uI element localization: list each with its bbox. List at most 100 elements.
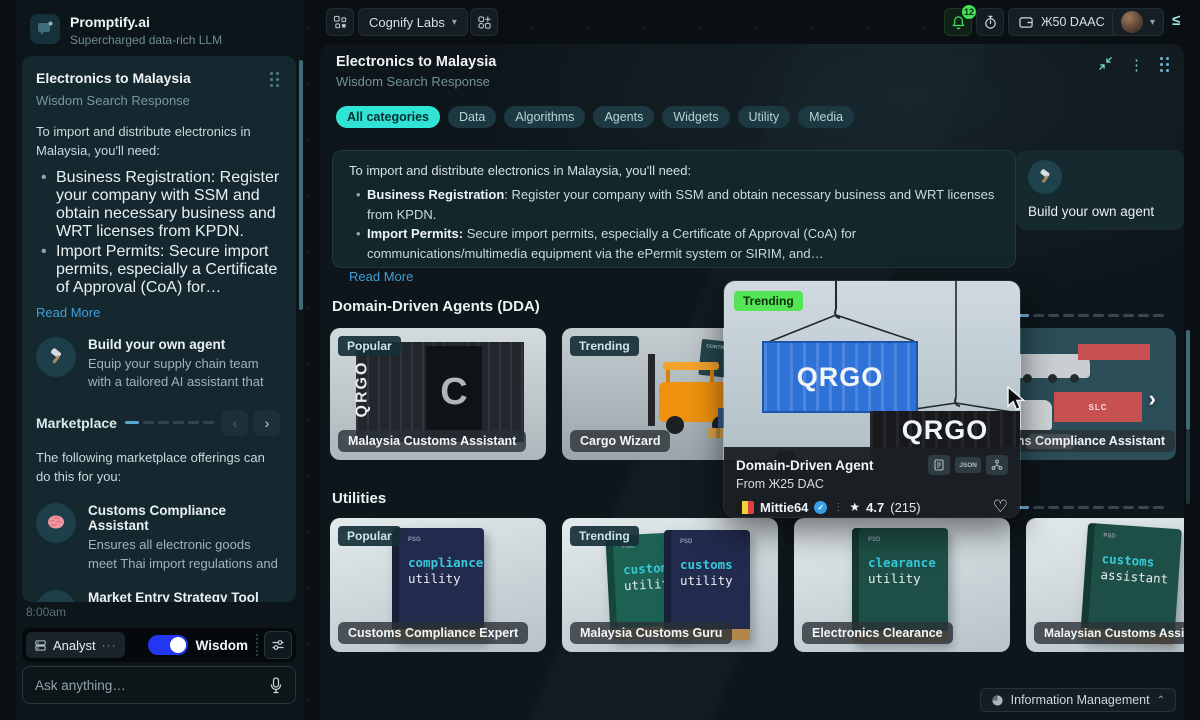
chat-bullet: Business Registration: Register your com… [52,169,280,241]
chat-bullet-list: Business Registration: Register your com… [36,169,280,297]
sidebar-scrollbar[interactable] [299,60,303,310]
blue-container-art: QRGO [762,341,918,413]
sitemap-button[interactable] [326,8,354,36]
carousel-next-button[interactable]: › [254,410,280,436]
container-art: QRGO C [356,342,524,442]
app-name: Promptify.ai [70,14,222,30]
category-chip-widgets[interactable]: Widgets [662,106,729,128]
wallet-balance-chip[interactable]: Ж50 DAAC ▾ [1008,8,1128,36]
utility-card-malaysian-customs-assistant[interactable]: PSD customs assistant Malaysian Customs … [1026,518,1184,652]
category-filter-bar: All categories Data Algorithms Agents Wi… [336,106,854,128]
collapse-icon[interactable] [1098,56,1113,74]
chat-title: Electronics to Malaysia [36,70,191,86]
workspace-selector[interactable]: Cognify Labs ▾ [358,8,468,36]
build-your-own-agent-card[interactable]: Build your own agent [1016,150,1184,230]
app-logo: Promptify.ai Supercharged data-rich LLM [30,14,222,47]
kebab-menu-icon[interactable]: ⋮ [1129,58,1144,73]
marketplace-intro: The following marketplace offerings can … [36,449,280,487]
wallet-icon [1019,16,1034,29]
ask-anything-input[interactable] [35,678,269,693]
category-chip-media[interactable]: Media [798,106,854,128]
marketplace-pagination[interactable] [125,421,214,424]
chat-intro: To import and distribute electronics in … [36,123,280,161]
card-label: Malaysia Customs Guru [570,622,732,644]
main-scrollbar-track[interactable] [1186,430,1190,504]
user-avatar [1121,11,1143,33]
microphone-icon[interactable] [269,677,283,694]
category-chip-agents[interactable]: Agents [593,106,654,128]
read-more-link[interactable]: Read More [36,305,280,320]
notifications-button[interactable]: 12 [944,8,972,36]
rating-value: 4.7 [866,500,884,515]
mode-menu-dots: ··· [102,638,117,652]
card-label: Malaysia Customs Assistant [338,430,526,452]
promo-title: Build your own agent [88,337,280,352]
timer-button[interactable] [976,8,1004,36]
utility-card-customs-guru[interactable]: Trending PSD customs utility PSD customs… [562,518,778,652]
main-scrollbar-thumb[interactable] [1186,330,1190,430]
add-widget-button[interactable] [470,8,498,36]
chevron-right-icon[interactable]: › [1149,386,1156,412]
json-button[interactable]: JSON [955,457,981,473]
dda-heading: Domain-Driven Agents (DDA) [332,298,540,315]
summary-bullet: Business Registration: Register your com… [367,185,999,224]
price-label: From Ж25 DAC [736,477,1008,491]
chat-subtitle: Wisdom Search Response [36,93,280,108]
chat-bullet: Import Permits: Secure import permits, e… [52,243,280,297]
settings-sliders-button[interactable] [264,631,292,659]
card-label: Malaysian Customs Assistant [1034,622,1184,644]
footer-button-label: Information Management [1011,693,1150,707]
app-tagline: Supercharged data-rich LLM [70,33,222,47]
category-chip-utility[interactable]: Utility [738,106,791,128]
wallet-balance: Ж50 DAAC [1041,15,1105,29]
workspace-name: Cognify Labs [369,15,445,30]
chevron-up-icon: ⌃ [1157,695,1165,706]
card-label: Customs Compliance Expert [338,622,528,644]
offering-title: Market Entry Strategy Tool [88,590,280,602]
dda-pagination[interactable] [1015,314,1164,317]
category-chip-algorithms[interactable]: Algorithms [504,106,585,128]
badge-popular: Popular [338,526,401,546]
verified-badge-icon: ✓ [814,501,827,514]
user-menu[interactable]: ▾ [1112,8,1164,36]
hammer-icon [36,337,76,377]
grid-layout-icon[interactable] [1160,57,1170,73]
badge-popular: Popular [338,336,401,356]
utility-card-compliance-expert[interactable]: Popular PSG compliance utility Customs C… [330,518,546,652]
marketplace-heading: Marketplace [36,415,117,431]
utility-card-electronics-clearance[interactable]: PSD clearance utility Electronics Cleara… [794,518,1010,652]
quick-actions-icon[interactable]: ≤ [1172,12,1180,29]
offering-item[interactable]: Market Entry Strategy Tool Analyzes mark… [36,590,280,602]
document-button[interactable] [928,455,950,475]
seller-name[interactable]: Mittie64 [760,500,808,515]
hover-card-title: Domain-Driven Agent [736,458,874,473]
utilities-pagination[interactable] [1015,506,1164,509]
offering-title: Customs Compliance Assistant [88,503,280,533]
category-chip-all[interactable]: All categories [336,106,440,128]
analyst-mode-button[interactable]: Analyst ··· [26,632,125,658]
toggle-label: Wisdom [196,638,248,653]
favorite-heart-icon[interactable]: ♡ [993,497,1008,517]
wisdom-toggle[interactable] [148,635,188,655]
rating-count: (215) [890,500,920,515]
information-management-button[interactable]: Information Management ⌃ [980,688,1176,712]
api-flow-button[interactable] [986,455,1008,475]
badge-trending: Trending [734,291,803,311]
chevron-down-icon: ▾ [452,17,457,28]
notification-badge: 12 [962,5,976,19]
category-chip-data[interactable]: Data [448,106,496,128]
panel-title: Electronics to Malaysia [336,54,496,70]
carousel-prev-button[interactable]: ‹ [222,410,248,436]
badge-trending: Trending [570,336,639,356]
pie-chart-icon [991,694,1004,707]
drag-handle-icon[interactable] [270,72,280,88]
build-agent-promo[interactable]: Build your own agent Equip your supply c… [36,337,280,392]
dda-hover-card[interactable]: QRGO QRGO Trending Domain-Driven Agent J… [723,280,1021,518]
dda-card-malaysia-customs[interactable]: Popular QRGO C Malaysia Customs Assistan… [330,328,546,460]
composer-toolbar: Analyst ··· Wisdom [22,628,296,662]
mode-label: Analyst [53,638,96,653]
card-label: Electronics Clearance [802,622,953,644]
offering-desc: Ensures all electronic goods meet Thai i… [88,536,280,573]
offering-item[interactable]: Customs Compliance Assistant Ensures all… [36,503,280,573]
summary-box: To import and distribute electronics in … [332,150,1016,268]
